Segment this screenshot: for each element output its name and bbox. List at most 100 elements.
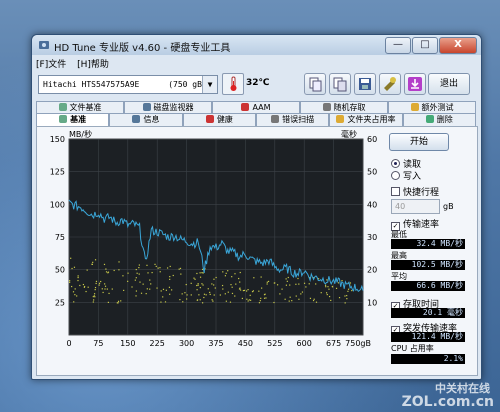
access-time-point	[227, 270, 229, 272]
access-time-point	[131, 286, 133, 288]
access-time-point	[344, 295, 346, 297]
radio-selected-icon	[391, 159, 400, 168]
access-time-point	[87, 286, 89, 288]
short-stroke-unit: gB	[443, 202, 454, 211]
x-tick-label: 75	[93, 339, 103, 348]
copy-icon[interactable]	[304, 73, 326, 95]
access-time-point	[149, 288, 151, 290]
tab-info[interactable]: 信息	[109, 113, 183, 126]
access-time-point	[284, 298, 286, 300]
maximize-button[interactable]: □	[412, 37, 438, 54]
access-time-point	[248, 299, 250, 301]
tab-scan[interactable]: 错误扫描	[255, 113, 330, 126]
access-time-point	[209, 293, 211, 296]
access-time-point	[239, 287, 241, 289]
tab-health[interactable]: 健康	[182, 113, 256, 126]
access-time-point	[351, 290, 353, 292]
access-time-value: 20.1 毫秒	[391, 308, 465, 318]
access-time-point	[273, 282, 275, 284]
y-right-tick-label: 50	[367, 168, 377, 177]
access-time-point	[281, 288, 283, 290]
access-time-point	[326, 279, 328, 281]
access-time-point	[239, 281, 241, 283]
access-time-point	[184, 292, 186, 294]
short-stroke-checkbox[interactable]: 快捷行程	[391, 185, 439, 198]
copy-all-icon[interactable]	[329, 73, 351, 95]
minimize-button[interactable]: —	[385, 37, 411, 54]
access-time-point	[70, 257, 72, 259]
access-time-point	[186, 294, 188, 296]
exit-button[interactable]: 退出	[428, 73, 470, 95]
access-time-point	[253, 277, 255, 279]
app-icon	[39, 41, 49, 49]
tab-label: 错误扫描	[282, 115, 315, 124]
chevron-down-icon[interactable]: ▼	[202, 76, 217, 93]
y-right-tick-label: 40	[367, 200, 377, 209]
title-bar[interactable]: HD Tune 专业版 v4.60 - 硬盘专业工具 — □ X	[32, 35, 481, 55]
access-time-point	[91, 263, 93, 265]
access-time-point	[102, 291, 104, 294]
access-time-point	[123, 289, 125, 291]
access-time-point	[104, 285, 107, 287]
access-time-point	[165, 289, 167, 291]
window-title: HD Tune 专业版 v4.60 - 硬盘专业工具	[54, 43, 231, 54]
access-time-point	[203, 296, 205, 299]
access-time-point	[337, 282, 340, 284]
access-time-point	[295, 283, 297, 285]
access-time-point	[215, 276, 217, 279]
save-icon[interactable]	[354, 73, 376, 95]
access-time-point	[315, 283, 317, 285]
start-button[interactable]: 开始	[389, 133, 449, 151]
options-icon[interactable]	[379, 73, 401, 95]
access-time-point	[258, 290, 260, 292]
access-time-point	[231, 286, 233, 288]
tab-folder[interactable]: 文件夹占用率	[329, 113, 403, 126]
tab-benchmark[interactable]: 基准	[36, 113, 110, 126]
access-time-point	[127, 280, 129, 282]
access-time-point	[135, 295, 137, 297]
access-time-point	[207, 288, 209, 290]
access-time-point	[142, 283, 144, 285]
drive-select[interactable]: Hitachi HTS547575A9E (750 gB) ▼	[38, 75, 218, 94]
x-tick-label: 450	[238, 339, 253, 348]
tab-label: 健康	[216, 115, 233, 124]
access-time-point	[139, 281, 141, 283]
write-label: 写入	[403, 172, 422, 182]
access-time-point	[197, 283, 199, 285]
access-time-point	[94, 289, 96, 291]
access-time-point	[69, 280, 71, 282]
y-left-tick-label: 25	[55, 298, 65, 307]
x-tick-label: 375	[208, 339, 223, 348]
y-left-tick-label: 125	[50, 168, 65, 177]
y-right-unit-label: 毫秒	[341, 129, 357, 139]
benchmark-options: 开始 读取 写入 快捷行程 40 gB ✓ 传输速率 最低 32.4 MB/秒 最…	[389, 127, 475, 375]
access-time-point	[104, 288, 106, 290]
access-time-point	[73, 301, 75, 303]
access-time-point	[104, 283, 106, 285]
access-time-point	[151, 271, 153, 274]
x-tick-label: 525	[267, 339, 282, 348]
access-time-point	[331, 285, 334, 288]
close-button[interactable]: X	[439, 37, 477, 54]
access-time-point	[83, 286, 85, 288]
write-radio[interactable]: 写入	[391, 169, 421, 182]
menu-file[interactable]: [F]文件	[36, 60, 66, 70]
access-time-point	[213, 284, 215, 286]
access-time-point	[315, 301, 318, 303]
access-time-point	[205, 294, 207, 296]
tab-erase[interactable]: 删除	[402, 113, 476, 126]
download-icon[interactable]	[404, 73, 426, 95]
access-time-point	[178, 268, 180, 270]
menu-help[interactable]: [H]帮助	[77, 60, 109, 70]
access-time-point	[113, 269, 115, 272]
access-time-point	[258, 302, 261, 304]
short-stroke-input[interactable]: 40	[391, 199, 440, 214]
access-time-point	[289, 296, 291, 298]
monitor-icon	[142, 103, 151, 111]
radio-icon	[391, 171, 400, 180]
access-time-point	[224, 293, 226, 295]
access-time-point	[77, 275, 79, 277]
access-time-point	[213, 294, 215, 296]
access-time-point	[239, 289, 242, 291]
access-time-point	[164, 301, 167, 303]
